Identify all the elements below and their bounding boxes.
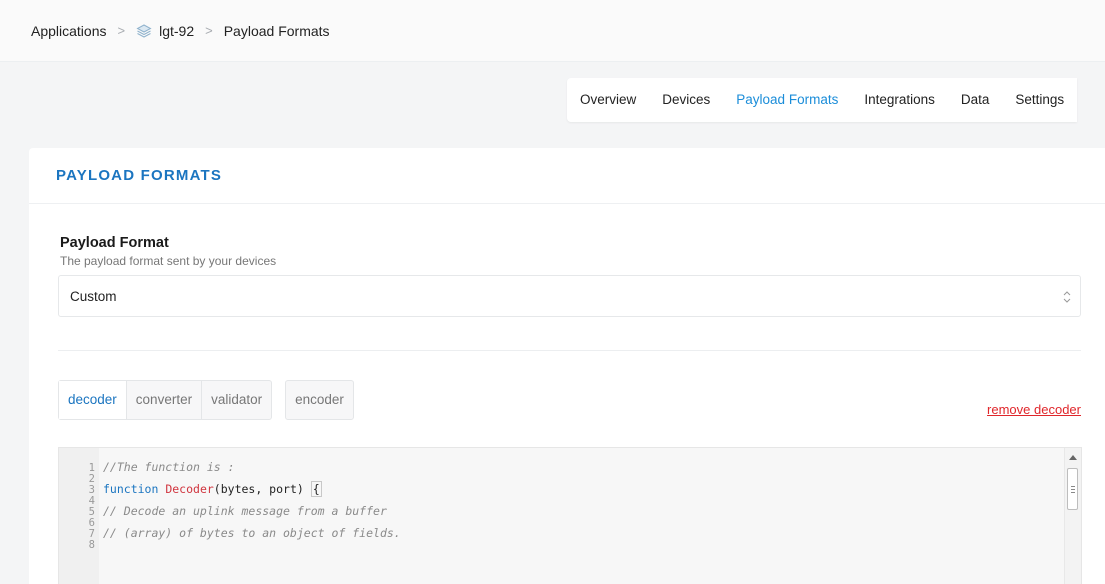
grip-line (1071, 489, 1075, 490)
tab-encoder[interactable]: encoder (286, 381, 353, 419)
breadcrumb-application[interactable]: lgt-92 (159, 23, 194, 39)
code-line: 3 function Decoder(bytes, port) { (59, 481, 322, 497)
tab-decoder[interactable]: decoder (59, 381, 127, 419)
code-editor[interactable]: 1//The function is : 2 3 function Decoder… (58, 447, 1082, 584)
code-line: 4 (59, 495, 103, 507)
tab-validator[interactable]: validator (202, 381, 271, 419)
tab-payload-formats[interactable]: Payload Formats (723, 78, 851, 122)
tab-converter[interactable]: converter (127, 381, 203, 419)
tab-overview[interactable]: Overview (567, 78, 649, 122)
remove-decoder-link[interactable]: remove decoder (987, 402, 1081, 417)
payload-format-label: Payload Format (60, 235, 169, 251)
code-line: 1//The function is : (59, 460, 235, 474)
breadcrumb-separator: > (117, 23, 126, 38)
line-number: 8 (88, 539, 95, 551)
payload-format-value: Custom (70, 288, 117, 304)
code-line: 2 (59, 473, 103, 485)
breadcrumb-current: Payload Formats (223, 22, 330, 39)
editor-scrollbar[interactable] (1064, 448, 1081, 584)
grip-line (1071, 486, 1075, 487)
card-header: PAYLOAD FORMATS (29, 148, 1105, 204)
payload-formats-card: PAYLOAD FORMATS Payload Format The paylo… (29, 148, 1105, 584)
page-title: PAYLOAD FORMATS (56, 167, 223, 184)
code-text: function Decoder(bytes, port) { (103, 481, 322, 497)
function-tab-group: decoder converter validator (58, 380, 273, 420)
code-line: 5// Decode an uplink message from a buff… (59, 504, 387, 518)
tab-settings[interactable]: Settings (1002, 78, 1077, 122)
code-line: 6 (59, 517, 103, 529)
application-tabs: Overview Devices Payload Formats Integra… (567, 78, 1078, 122)
tab-devices[interactable]: Devices (649, 78, 723, 122)
scroll-up-arrow-icon[interactable] (1069, 455, 1077, 460)
code-text: // (array) of bytes to an object of fiel… (103, 526, 401, 540)
payload-format-description: The payload format sent by your devices (60, 254, 277, 268)
chevron-updown-icon (1063, 291, 1071, 303)
function-tabs: decoder converter validator encoder (58, 380, 354, 420)
code-text: // Decode an uplink message from a buffe… (103, 504, 387, 518)
layers-icon (136, 23, 152, 38)
code-text: //The function is : (103, 460, 235, 474)
divider (58, 350, 1081, 351)
scroll-thumb[interactable] (1067, 468, 1078, 510)
function-tab-group-encoder: encoder (285, 380, 354, 420)
code-line: 7// (array) of bytes to an object of fie… (59, 526, 401, 540)
payload-format-select[interactable]: Custom (58, 275, 1081, 317)
breadcrumb-applications[interactable]: Applications (31, 23, 107, 39)
code-line: 8 (59, 539, 103, 551)
breadcrumb: Applications > lgt-92 > Payload Formats (0, 0, 1105, 62)
tab-data[interactable]: Data (948, 78, 1003, 122)
breadcrumb-separator: > (205, 23, 213, 38)
tab-integrations[interactable]: Integrations (851, 78, 948, 122)
grip-line (1071, 492, 1075, 493)
